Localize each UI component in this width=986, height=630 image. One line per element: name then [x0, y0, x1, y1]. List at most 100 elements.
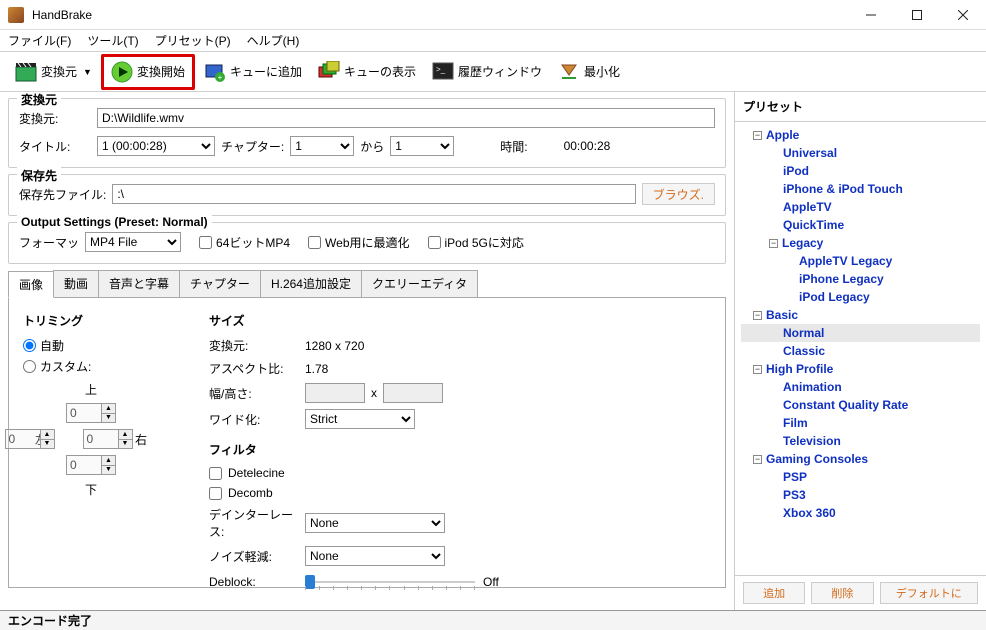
play-icon [111, 61, 133, 83]
deblock-slider[interactable] [305, 572, 475, 592]
preset-cqr[interactable]: Constant Quality Rate [741, 396, 980, 414]
preset-television[interactable]: Television [741, 432, 980, 450]
cropping-section: トリミング 自動 カスタム: 上 ▲▼ 左 ▲▼ ▲▼ 右 ▲▼ [23, 312, 159, 573]
toolbar: 変換元▼ 変換開始 + キューに追加 キューの表示 >_ 履歴ウィンドウ 最小化 [0, 52, 986, 92]
output-settings-group: Output Settings (Preset: Normal) フォーマッ M… [8, 222, 726, 264]
window-title: HandBrake [32, 8, 848, 22]
title-label: タイトル: [19, 138, 91, 155]
close-button[interactable] [940, 0, 986, 30]
preset-default-button[interactable]: デフォルトに [880, 582, 978, 604]
height-input[interactable] [383, 383, 443, 403]
preset-universal[interactable]: Universal [741, 144, 980, 162]
minimize-button[interactable] [848, 0, 894, 30]
tab-audio[interactable]: 音声と字幕 [98, 270, 180, 297]
preset-add-button[interactable]: 追加 [743, 582, 805, 604]
tab-h264[interactable]: H.264追加設定 [260, 270, 362, 297]
settings-tabs: 画像 動画 音声と字幕 チャプター H.264追加設定 クエリーエディタ [8, 270, 726, 298]
detelecine-checkbox[interactable] [209, 467, 222, 480]
add-queue-button[interactable]: + キューに追加 [197, 57, 309, 87]
size-filter-section: サイズ 変換元:1280 x 720 アスペクト比:1.78 幅/高さ: x ワ… [209, 312, 711, 573]
duration-label: 時間: [500, 138, 527, 155]
crop-auto-radio[interactable] [23, 339, 36, 352]
preset-xbox360[interactable]: Xbox 360 [741, 504, 980, 522]
tab-chapters[interactable]: チャプター [179, 270, 261, 297]
tab-video[interactable]: 動画 [53, 270, 99, 297]
browse-button[interactable]: ブラウズ. [642, 183, 715, 205]
dropdown-icon: ▼ [83, 67, 92, 77]
preset-iphone-legacy[interactable]: iPhone Legacy [741, 270, 980, 288]
dest-path-input[interactable] [112, 184, 635, 204]
preset-panel: プリセット −Apple Universal iPod iPhone & iPo… [734, 92, 986, 610]
preset-film[interactable]: Film [741, 414, 980, 432]
source-button[interactable]: 変換元▼ [8, 57, 99, 87]
statusbar: エンコード完了 [0, 610, 986, 630]
crop-left-input[interactable]: ▲▼ [5, 429, 55, 449]
preset-ipod[interactable]: iPod [741, 162, 980, 180]
preset-ipod-legacy[interactable]: iPod Legacy [741, 288, 980, 306]
chapter-to-label: から [360, 138, 384, 155]
tab-query[interactable]: クエリーエディタ [361, 270, 478, 297]
preset-appletv[interactable]: AppleTV [741, 198, 980, 216]
menu-file[interactable]: ファイル(F) [8, 32, 71, 49]
preset-title: プリセット [735, 92, 986, 122]
destination-group: 保存先 保存先ファイル: ブラウズ. [8, 174, 726, 216]
web-optimize-checkbox[interactable] [308, 236, 321, 249]
deblock-value: Off [483, 575, 499, 589]
titlebar: HandBrake [0, 0, 986, 30]
large-file-checkbox[interactable] [199, 236, 212, 249]
source-group: 変換元 変換元: タイトル: 1 (00:00:28) チャプター: 1 から … [8, 98, 726, 168]
title-select[interactable]: 1 (00:00:28) [97, 136, 215, 156]
preset-tree[interactable]: −Apple Universal iPod iPhone & iPod Touc… [735, 122, 986, 576]
crop-right-input[interactable]: ▲▼ [83, 429, 133, 449]
preset-psp[interactable]: PSP [741, 468, 980, 486]
deinterlace-select[interactable]: None [305, 513, 445, 533]
menu-tools[interactable]: ツール(T) [87, 32, 138, 49]
preset-normal[interactable]: Normal [741, 324, 980, 342]
status-text: エンコード完了 [8, 612, 92, 629]
source-path-input[interactable] [97, 108, 715, 128]
chapter-label: チャプター: [221, 138, 284, 155]
denoise-select[interactable]: None [305, 546, 445, 566]
decomb-checkbox[interactable] [209, 487, 222, 500]
preset-group-basic[interactable]: −Basic [741, 306, 980, 324]
menubar: ファイル(F) ツール(T) プリセット(P) ヘルプ(H) [0, 30, 986, 52]
format-label: フォーマッ [19, 234, 79, 251]
source-label: 変換元: [19, 110, 91, 127]
preset-classic[interactable]: Classic [741, 342, 980, 360]
tab-picture[interactable]: 画像 [8, 271, 54, 298]
crop-top-input[interactable]: ▲▼ [66, 403, 116, 423]
terminal-icon: >_ [432, 61, 454, 83]
format-select[interactable]: MP4 File [85, 232, 181, 252]
preset-quicktime[interactable]: QuickTime [741, 216, 980, 234]
crop-top-label: 上 [85, 381, 97, 398]
width-input[interactable] [305, 383, 365, 403]
clapboard-icon [15, 61, 37, 83]
show-queue-button[interactable]: キューの表示 [311, 57, 423, 87]
anamorphic-select[interactable]: Strict [305, 409, 415, 429]
app-icon [8, 7, 24, 23]
minimize-tray-button[interactable]: 最小化 [551, 57, 627, 87]
preset-appletv-legacy[interactable]: AppleTV Legacy [741, 252, 980, 270]
start-button[interactable]: 変換開始 [104, 57, 192, 87]
preset-group-legacy[interactable]: −Legacy [741, 234, 980, 252]
preset-ps3[interactable]: PS3 [741, 486, 980, 504]
chapter-from-select[interactable]: 1 [290, 136, 354, 156]
menu-presets[interactable]: プリセット(P) [155, 32, 231, 49]
menu-help[interactable]: ヘルプ(H) [247, 32, 300, 49]
minimize-icon [558, 61, 580, 83]
preset-iphone-ipod-touch[interactable]: iPhone & iPod Touch [741, 180, 980, 198]
crop-bottom-label: 下 [85, 481, 97, 498]
preset-animation[interactable]: Animation [741, 378, 980, 396]
history-button[interactable]: >_ 履歴ウィンドウ [425, 57, 549, 87]
preset-group-gaming[interactable]: −Gaming Consoles [741, 450, 980, 468]
ipod5g-checkbox[interactable] [428, 236, 441, 249]
chapter-to-select[interactable]: 1 [390, 136, 454, 156]
queue-icon [318, 61, 340, 83]
preset-delete-button[interactable]: 削除 [811, 582, 873, 604]
preset-group-high-profile[interactable]: −High Profile [741, 360, 980, 378]
crop-bottom-input[interactable]: ▲▼ [66, 455, 116, 475]
maximize-button[interactable] [894, 0, 940, 30]
crop-right-label: 右 [135, 431, 147, 448]
preset-group-apple[interactable]: −Apple [741, 126, 980, 144]
crop-custom-radio[interactable] [23, 360, 36, 373]
